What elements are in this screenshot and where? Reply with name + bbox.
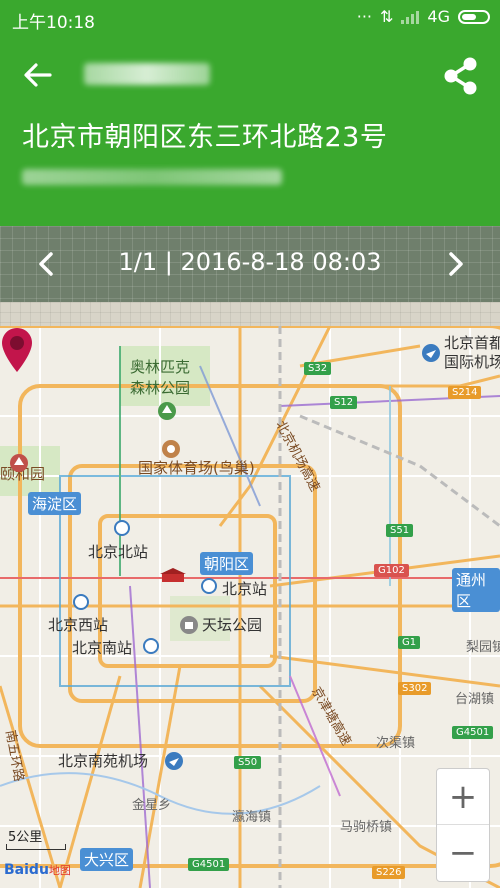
road-shield-g1: G1 [398,636,421,649]
map-label-daxing: 大兴区 [80,848,134,871]
map-scale-bar [6,844,66,850]
status-bar: 上午10:18 ··· ⇅ 4G [0,0,500,37]
metro-station-icon [73,594,89,610]
map-label-jinxing: 金星乡 [132,798,172,813]
share-icon[interactable] [440,55,482,97]
address-title: 北京市朝阳区东三环北路23号 [22,122,388,153]
map-label-haidian: 海淀区 [28,492,82,515]
map-loading-strip [0,302,500,326]
map-label-majuqiao: 马驹桥镇 [340,820,393,835]
road-shield-s32: S32 [304,362,332,375]
road-shield-s50: S50 [234,756,262,769]
road-shield-g4501-south: G4501 [188,858,230,871]
map-label-beijing-south: 北京南站 [72,639,133,657]
data-transfer-icon: ⇅ [380,7,394,26]
zoom-in-button[interactable]: + [437,769,489,825]
road-shield-s226: S226 [372,866,406,879]
zoom-out-button[interactable]: − [437,825,489,880]
status-time: 上午10:18 [12,13,95,33]
map-scale-label: 5公里 [8,830,43,845]
metro-station-icon [114,520,130,536]
location-header: 北京市朝阳区东三环北路23号 [0,37,500,226]
more-dots-icon: ··· [356,7,373,26]
map-label-tiantan: 天坛公园 [202,616,263,634]
logo-map: 地图 [48,864,71,877]
logo-du: du [28,862,49,878]
map-label-beijing-station: 北京站 [222,580,268,598]
airport-icon [422,344,440,362]
blurred-subtitle [22,169,282,185]
next-record-icon[interactable] [440,248,470,280]
zoom-control: + − [436,768,490,882]
map-label-capital-airport: 北京首都国际机场 [444,334,500,371]
map-label-beijing-north: 北京北站 [88,543,149,561]
signal-icon [401,10,420,24]
road-shield-s51: S51 [386,524,414,537]
park-icon [158,402,176,420]
road-shield-g102: G102 [374,564,409,577]
logo-bai: Bai [4,862,29,878]
map-label-yinghai: 瀛海镇 [232,810,272,825]
record-navigator: 1/1 | 2016-8-18 08:03 [0,226,500,302]
stadium-icon [162,440,180,458]
tiananmen-icon [160,568,186,582]
road-shield-s214: S214 [448,386,482,399]
record-index-date: 1/1 | 2016-8-18 08:03 [118,248,382,276]
map-label-liyuan: 梨园镇 [466,640,500,655]
battery-icon [458,9,490,24]
airport-icon [165,752,183,770]
road-shield-s12: S12 [330,396,358,409]
map-label-national-stadium: 国家体育场(鸟巢) [138,459,255,477]
map-label-nanyuan-airport: 北京南苑机场 [58,752,149,770]
status-icons: ··· ⇅ 4G [357,7,490,26]
map-label-ciqu: 次渠镇 [376,736,416,751]
network-type: 4G [427,7,450,26]
baidu-map-logo: Baidu地图 [4,862,71,878]
map-label-tongzhou: 通州区 [452,568,500,612]
blurred-name [84,63,210,85]
metro-station-icon [201,578,217,594]
landmark-icon [180,616,198,634]
map-label-taihu: 台湖镇 [455,692,495,707]
road-shield-g4501: G4501 [452,726,494,739]
map-label-beijing-west: 北京西站 [48,616,109,634]
park-icon [10,454,28,472]
back-arrow-icon[interactable] [20,57,56,93]
location-pin-icon[interactable] [0,326,34,374]
map-label-olympic-park: 奥林匹克 森林公园 [130,358,191,397]
map-label-chaoyang: 朝阳区 [200,552,254,575]
map-view[interactable]: 奥林匹克 森林公园 国家体育场(鸟巢) 颐和园 海淀区 北京北站 朝阳区 北京站 … [0,326,500,888]
metro-station-icon [143,638,159,654]
road-shield-s302: S302 [398,682,432,695]
